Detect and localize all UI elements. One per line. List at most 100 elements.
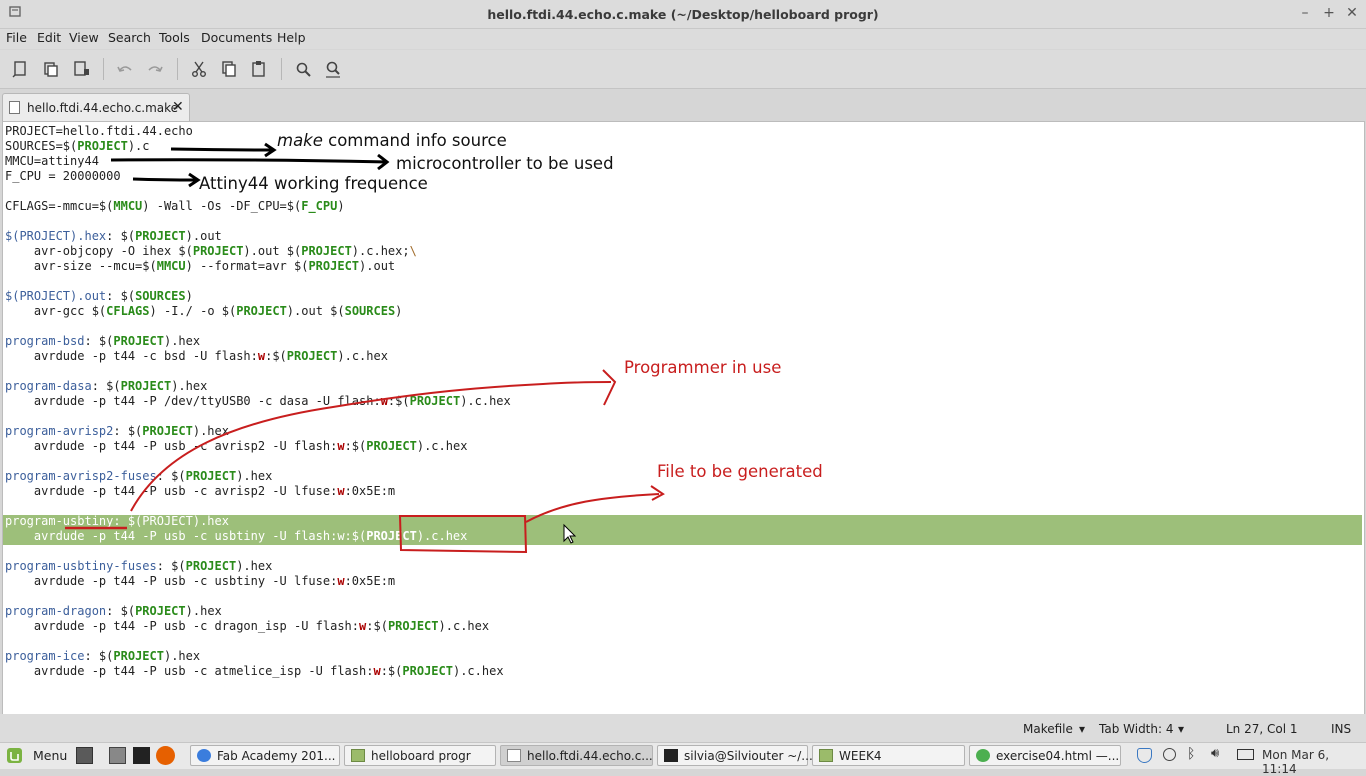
close-icon[interactable]: ✕ [1343, 4, 1361, 22]
shield-icon[interactable] [1137, 748, 1152, 763]
minimize-icon[interactable]: – [1296, 4, 1314, 22]
code-target: program-dasa [5, 379, 92, 393]
menu-bar: File Edit View Search Tools Documents He… [0, 29, 1366, 49]
code-text: :$( [387, 394, 410, 408]
find-icon[interactable] [292, 58, 314, 80]
code-line: program-avrisp2: $(PROJECT).hex [5, 424, 229, 439]
code-variable: PROJECT [185, 469, 237, 483]
code-line: avr-gcc $(CFLAGS) -I./ -o $(PROJECT).out… [5, 304, 403, 319]
show-desktop-icon[interactable] [76, 747, 93, 764]
code-line: avrdude -p t44 -P usb -c usbtiny -U lfus… [5, 574, 395, 589]
code-text: ) --format=avr $( [185, 259, 309, 273]
copy-icon[interactable] [218, 58, 240, 80]
code-target: program-avrisp2 [5, 424, 114, 438]
code-line: SOURCES=$(PROJECT).c [5, 139, 150, 154]
find-replace-icon[interactable] [322, 58, 344, 80]
code-variable: PROJECT [308, 259, 360, 273]
cut-icon[interactable] [188, 58, 210, 80]
menu-search[interactable]: Search [108, 30, 151, 45]
menu-help[interactable]: Help [277, 30, 306, 45]
open-icon[interactable] [40, 58, 62, 80]
code-variable: PROJECT [301, 244, 352, 258]
annotation-programmer: Programmer in use [624, 358, 782, 377]
code-text: ).c.hex [460, 394, 511, 408]
task-text-editor[interactable]: hello.ftdi.44.echo.c... [500, 745, 653, 766]
code-target: program-dragon [5, 604, 107, 618]
code-text: : $( [84, 649, 114, 663]
code-text: : $( [156, 559, 186, 573]
redo-icon[interactable] [144, 58, 166, 80]
save-icon[interactable] [70, 58, 92, 80]
clock[interactable]: Mon Mar 6, 11:14 [1262, 748, 1366, 776]
code-line: program-bsd: $(PROJECT).hex [5, 334, 200, 349]
code-line: F_CPU = 20000000 [5, 169, 121, 184]
tab-width-selector[interactable]: Tab Width: 4 [1099, 722, 1173, 736]
code-text: ).hex [192, 424, 229, 438]
undo-icon[interactable] [114, 58, 136, 80]
text-editor[interactable]: PROJECT=hello.ftdi.44.echo SOURCES=$(PROJ… [2, 121, 1365, 715]
code-variable: MMCU [113, 199, 143, 213]
code-keyword: w [373, 664, 381, 678]
tab-width-dropdown-icon[interactable]: ▾ [1178, 722, 1184, 736]
code-text: ) [395, 304, 403, 318]
menu-tools[interactable]: Tools [159, 30, 190, 45]
code-line: program-dasa: $(PROJECT).hex [5, 379, 207, 394]
code-variable: CFLAGS [106, 304, 150, 318]
terminal-launcher-icon[interactable] [133, 747, 150, 764]
code-keyword: w [337, 574, 345, 588]
code-escape: \ [409, 244, 417, 258]
menu-view[interactable]: View [69, 30, 99, 45]
browser-icon [976, 749, 990, 762]
code-target: program-bsd [5, 334, 85, 348]
document-icon [9, 101, 20, 114]
code-line: PROJECT=hello.ftdi.44.echo [5, 124, 193, 139]
code-variable: PROJECT [135, 229, 186, 243]
text-editor-icon [507, 749, 521, 762]
code-text: ).hex [236, 559, 273, 573]
code-target: program-avrisp2-fuses [5, 469, 157, 483]
volume-icon[interactable]: 🔊︎ [1211, 746, 1219, 761]
task-helloboard[interactable]: helloboard progr [344, 745, 496, 766]
tab-document[interactable]: hello.ftdi.44.echo.c.make ✕ [2, 93, 190, 122]
code-line: $(PROJECT).out: $(SOURCES) [5, 289, 193, 304]
menu-documents[interactable]: Documents [201, 30, 272, 45]
code-text: ).c.hex [337, 349, 388, 363]
task-terminal[interactable]: silvia@Silviouter ~/... [657, 745, 813, 766]
code-text: ).out $( [243, 244, 302, 258]
code-variable: PROJECT [286, 349, 338, 363]
task-fab-academy[interactable]: Fab Academy 201... [190, 745, 340, 766]
task-exercise04[interactable]: exercise04.html —... [969, 745, 1121, 766]
language-selector[interactable]: Makefile [1023, 722, 1073, 736]
update-icon[interactable] [1163, 748, 1176, 761]
code-text: avrdude -p t44 -P usb -c dragon_isp -U f… [5, 619, 360, 633]
toolbar-separator [177, 58, 178, 80]
maximize-icon[interactable]: + [1320, 4, 1338, 22]
code-variable: PROJECT [113, 649, 164, 663]
language-dropdown-icon[interactable]: ▾ [1079, 722, 1085, 736]
code-line: avrdude -p t44 -P usb -c usbtiny -U flas… [5, 529, 468, 544]
code-selected-variable: PROJECT [366, 529, 417, 543]
arrow-fcpu [132, 177, 198, 182]
code-text: : $( [91, 379, 121, 393]
paste-icon[interactable] [248, 58, 270, 80]
tab-close-icon[interactable]: ✕ [172, 99, 184, 115]
file-manager-icon[interactable] [109, 747, 126, 764]
code-keyword: w [337, 484, 345, 498]
battery-icon[interactable] [1237, 749, 1254, 760]
arrow-fcpu-head [188, 172, 201, 188]
code-variable: SOURCES [135, 289, 186, 303]
code-variable: PROJECT [366, 439, 417, 453]
code-line: program-ice: $(PROJECT).hex [5, 649, 200, 664]
terminal-icon [664, 749, 678, 762]
menu-button[interactable]: Menu [33, 748, 67, 763]
code-text: avrdude -p t44 -P usb -c atmelice_isp -U… [5, 664, 374, 678]
annotation-mcu: microcontroller to be used [396, 154, 614, 173]
firefox-icon[interactable] [156, 746, 175, 765]
code-variable: PROJECT [77, 139, 128, 153]
menu-edit[interactable]: Edit [37, 30, 61, 45]
bluetooth-icon[interactable]: ᛒ [1187, 746, 1195, 762]
code-text: ).c.hex [416, 439, 468, 453]
new-document-icon[interactable] [9, 58, 31, 80]
menu-file[interactable]: File [6, 30, 27, 45]
task-week4[interactable]: WEEK4 [812, 745, 965, 766]
